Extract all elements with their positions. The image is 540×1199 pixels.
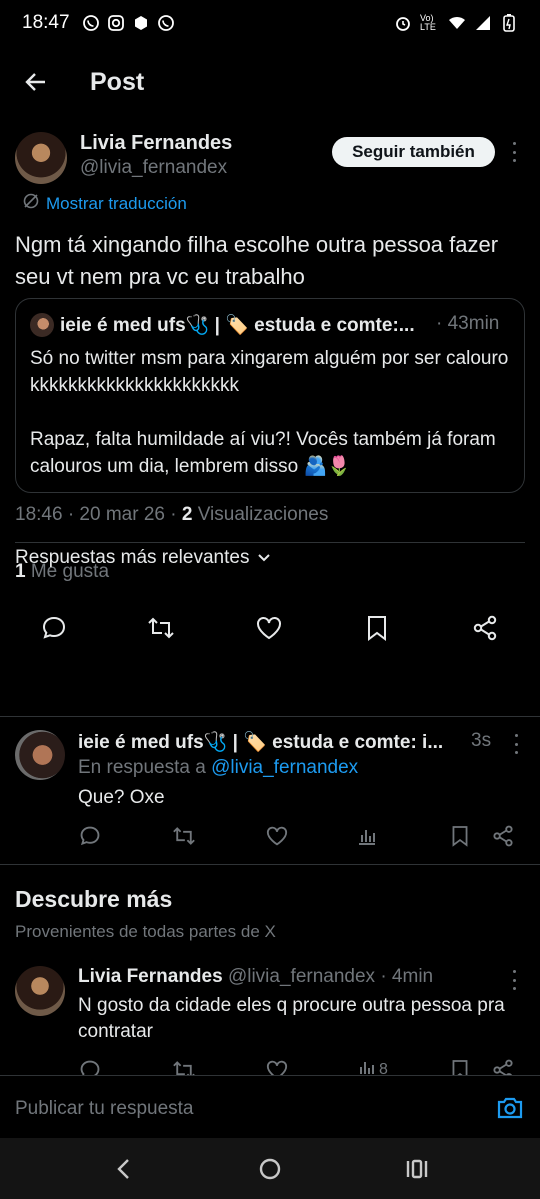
discover-post-text: N gosto da cidade eles q procure outra p… [78,995,505,1042]
avatar[interactable] [15,132,67,184]
views-icon[interactable] [353,822,381,850]
avatar[interactable] [15,966,65,1016]
page-title: Post [90,68,145,96]
author-name[interactable]: Livia Fernandes [80,132,232,155]
discover-author-name[interactable]: Livia Fernandes [78,966,223,987]
reply-input[interactable]: Publicar tu respuesta [15,1098,194,1120]
repost-icon[interactable] [170,822,198,850]
quoted-time: · 43min [436,313,500,334]
divider [0,716,540,717]
like-icon[interactable] [255,614,283,642]
avatar [30,313,54,337]
more-options-icon[interactable] [508,734,524,754]
reply-time: 3s [471,730,492,751]
in-reply-handle[interactable]: @livia_fernandex [211,757,358,778]
show-translation-link[interactable]: Mostrar traducción [22,192,187,215]
signal-icon [474,14,492,32]
instagram-icon [107,14,125,32]
camera-icon[interactable] [496,1096,524,1125]
chevron-down-icon [257,547,271,569]
status-time: 18:47 [22,12,70,33]
post-actions [0,614,540,644]
share-icon[interactable] [471,614,499,642]
discover-subtitle: Provenientes de todas partes de X [15,922,276,941]
discover-post-header: Livia Fernandes @livia_fernandex · 4min [78,966,433,988]
follow-button[interactable]: Seguir también [332,137,495,167]
more-options-icon[interactable] [506,142,522,162]
box-icon [132,14,150,32]
reply-actions [0,822,540,852]
status-bar: 18:47 Vo) LTE [0,0,540,46]
reply-author[interactable]: ieie é med ufs🩺 | 🏷️ estuda e comte: i..… [78,730,468,754]
share-icon[interactable] [489,822,517,850]
post-text: Ngm tá xingando filha escolhe outra pess… [15,232,499,289]
whatsapp-icon [157,14,175,32]
nav-back-icon[interactable] [110,1156,136,1182]
translate-label: Mostrar traducción [46,193,187,213]
reply-text: Que? Oxe [78,787,165,808]
quoted-text: Só no twitter msm para xingarem alguém p… [30,348,509,477]
translate-icon [22,192,40,215]
author-handle[interactable]: @livia_fernandex [80,157,227,179]
discover-handle-time: @livia_fernandex · 4min [222,966,434,987]
reply-icon[interactable] [40,614,68,642]
like-icon[interactable] [263,822,291,850]
divider [15,542,525,543]
in-reply-prefix: En respuesta a [78,757,212,778]
post-datetime: 18:46 · 20 mar 26 · [15,504,182,525]
views-count: 2 [181,504,193,525]
nav-recents-icon[interactable] [404,1156,430,1182]
in-reply-to: En respuesta a @livia_fernandex [78,757,358,779]
bookmark-icon[interactable] [363,614,391,642]
divider [0,864,540,865]
wifi-icon [448,14,466,32]
views-label: Visualizaciones [192,504,329,525]
whatsapp-icon [82,14,100,32]
reply-icon[interactable] [76,822,104,850]
bookmark-icon[interactable] [446,822,474,850]
replies-sort-dropdown[interactable]: Respuestas más relevantes [15,547,271,569]
alarm-icon [394,14,412,32]
quoted-post[interactable]: ieie é med ufs🩺 | 🏷️ estuda e comte:... … [15,298,525,493]
more-options-icon[interactable] [506,970,522,990]
battery-icon [500,14,518,32]
replies-sort-label: Respuestas más relevantes [15,547,250,568]
avatar[interactable] [15,730,65,780]
top-bar: Post [0,52,540,114]
post-meta: 18:46 · 20 mar 26 · 2 Visualizaciones [15,504,328,526]
volte-label: Vo) LTE [420,13,436,32]
discover-title: Descubre más [15,886,173,912]
nav-home-icon[interactable] [257,1156,283,1182]
repost-icon[interactable] [147,614,175,642]
quoted-author: ieie é med ufs🩺 | 🏷️ estuda e comte:... [60,315,415,336]
system-nav-bar [0,1138,540,1199]
back-arrow-icon[interactable] [20,66,52,98]
reply-composer[interactable]: Publicar tu respuesta [0,1075,540,1137]
